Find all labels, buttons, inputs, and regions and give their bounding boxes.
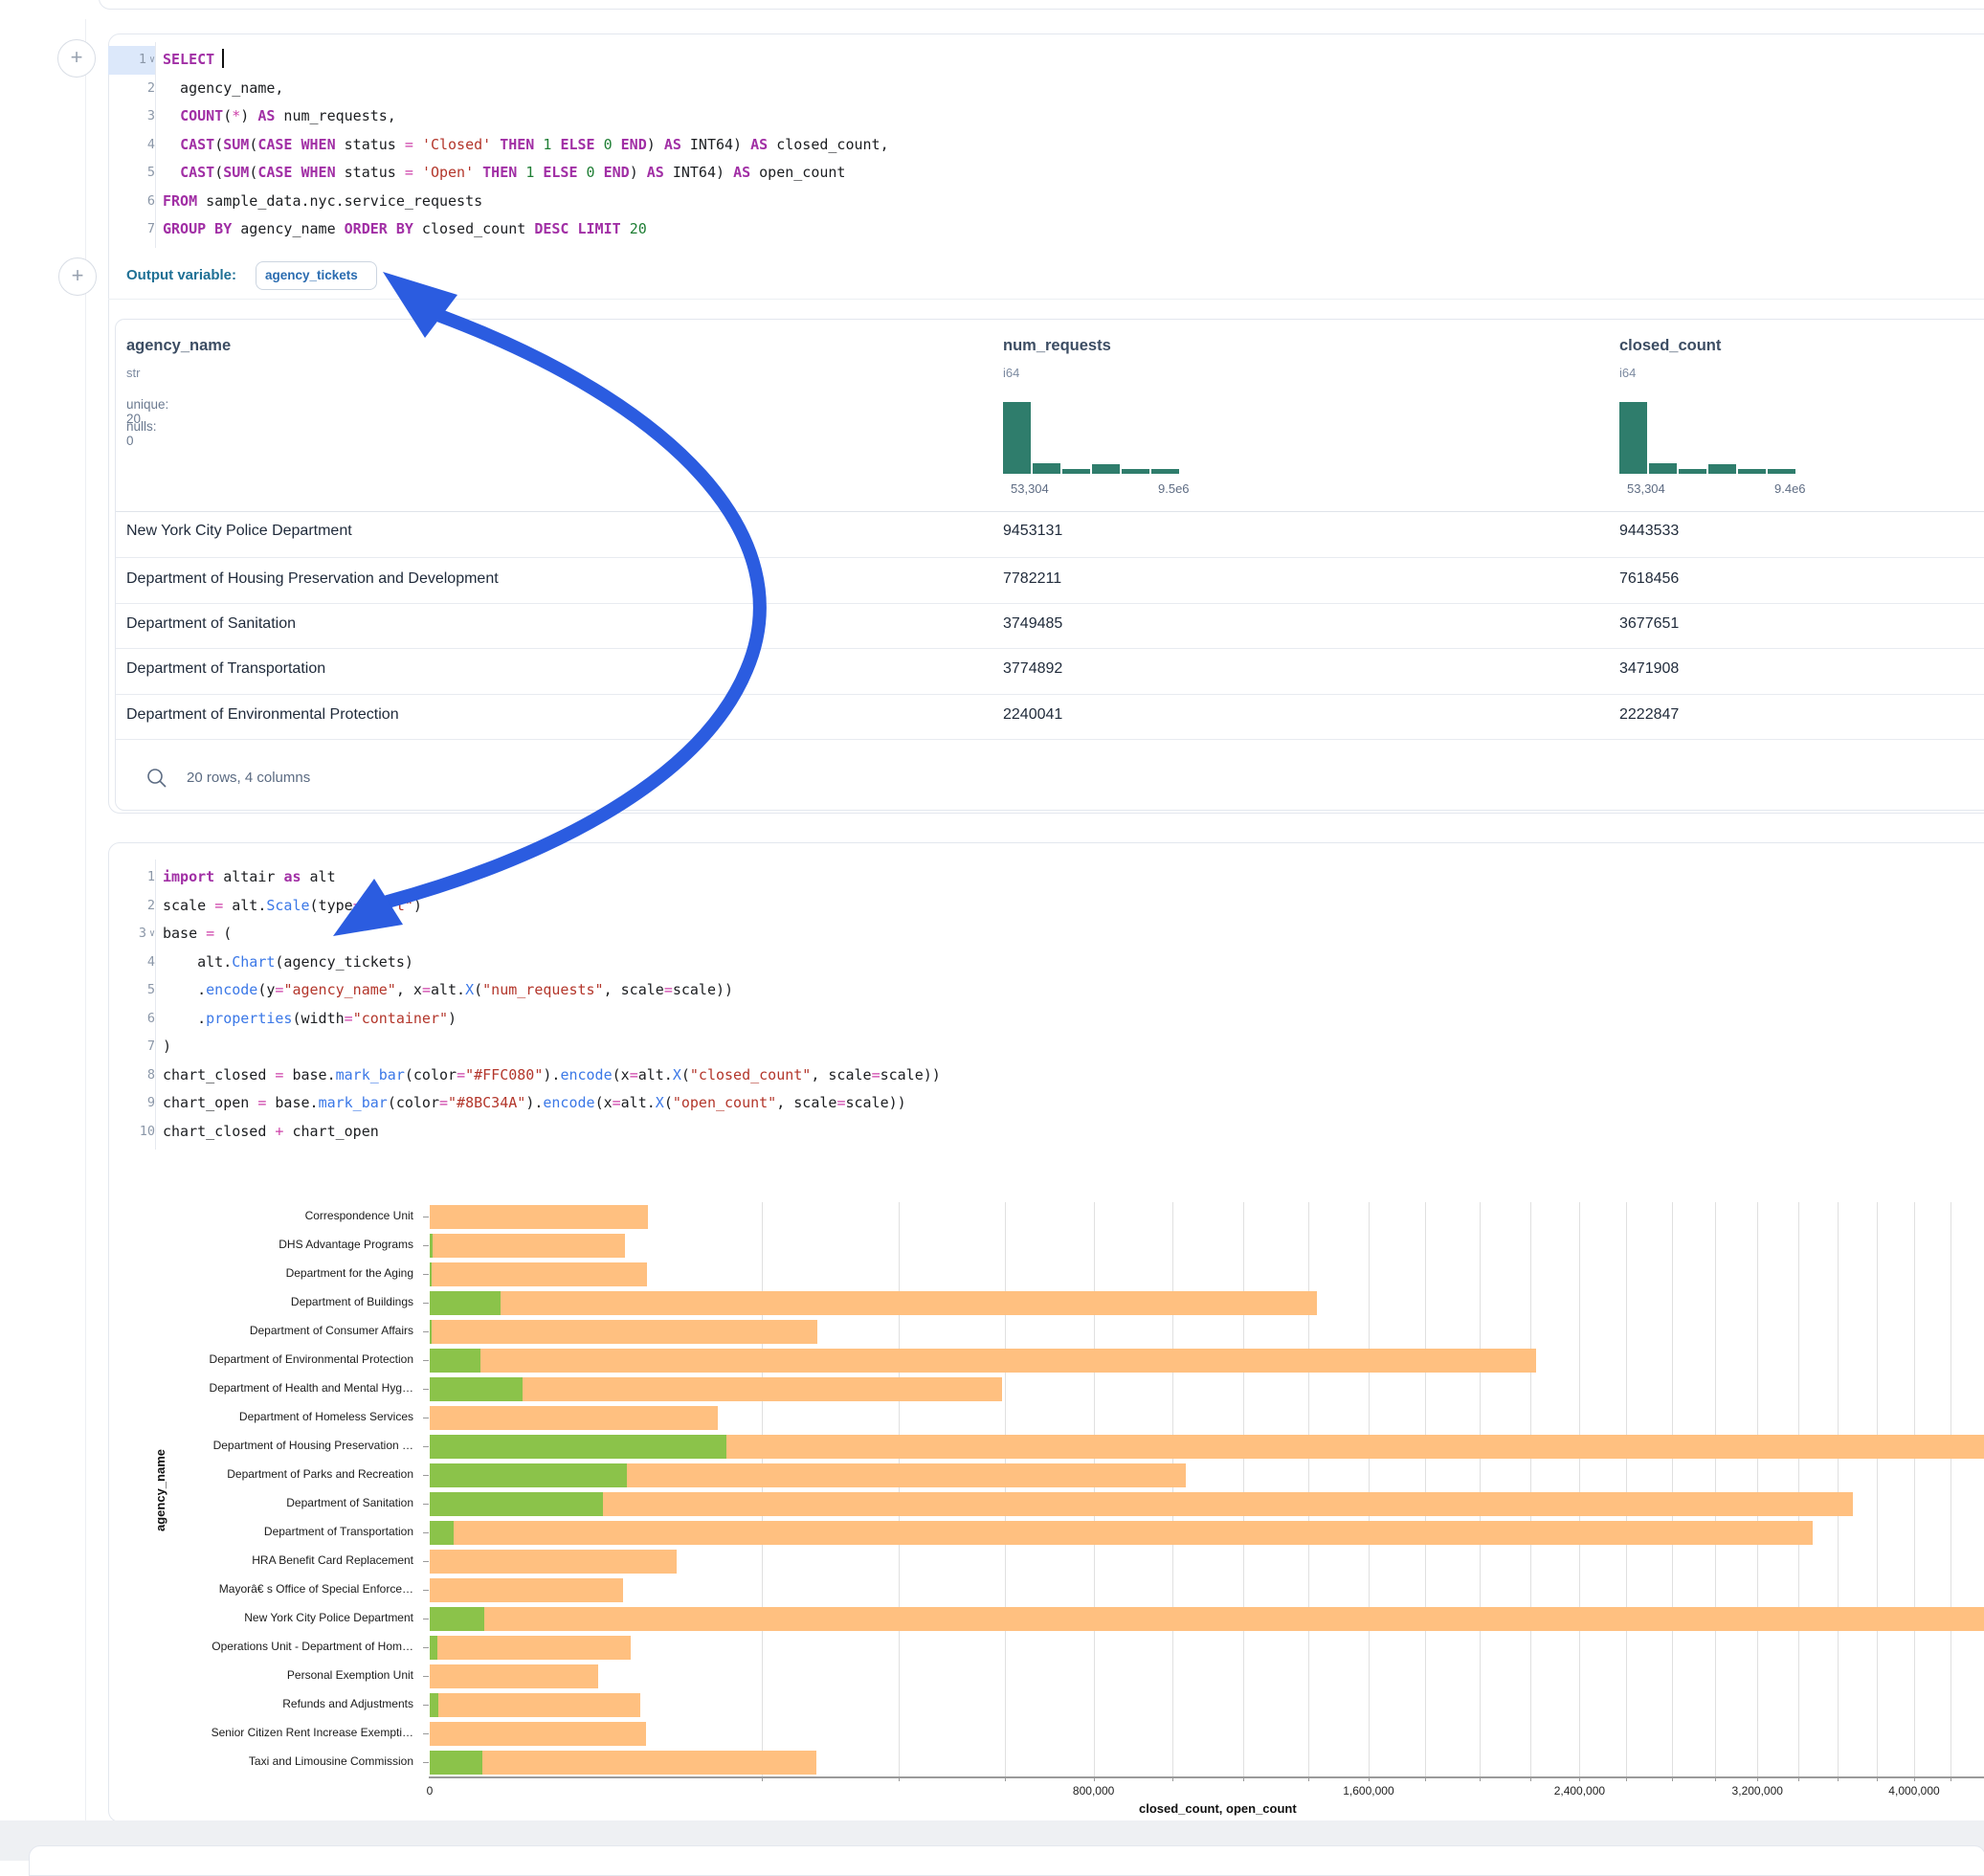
histogram-max-label: 9.5e6 <box>1158 481 1190 496</box>
line-number: 8 <box>108 1061 155 1090</box>
table-cell[interactable]: 3471908 <box>1619 660 1679 678</box>
table-cell[interactable]: 7782211 <box>1003 570 1061 588</box>
code-line[interactable]: agency_name, <box>163 75 283 103</box>
result-table <box>115 319 1984 811</box>
column-header: agency_name <box>126 337 231 355</box>
line-number: 3 <box>108 102 155 131</box>
histogram-min-label: 53,304 <box>1627 481 1665 496</box>
code-line[interactable]: CAST(SUM(CASE WHEN status = 'Open' THEN … <box>163 159 845 188</box>
code-line[interactable]: alt.Chart(agency_tickets) <box>163 949 413 977</box>
table-cell[interactable]: New York City Police Department <box>126 523 352 540</box>
row-divider <box>116 603 1984 604</box>
table-cell[interactable]: 2222847 <box>1619 706 1679 724</box>
output-variable-pill[interactable]: agency_tickets <box>256 261 377 290</box>
code-line[interactable]: chart_closed = base.mark_bar(color="#FFC… <box>163 1061 941 1090</box>
search-icon[interactable] <box>145 767 168 790</box>
table-cell[interactable]: 3677651 <box>1619 615 1679 633</box>
table-cell[interactable]: 2240041 <box>1003 706 1062 724</box>
next-cell-edge <box>29 1845 1984 1876</box>
line-number: 7 <box>108 1033 155 1061</box>
code-line[interactable]: chart_closed + chart_open <box>163 1118 379 1147</box>
column-type: str <box>126 366 140 380</box>
column-histogram-bar <box>1679 469 1706 474</box>
column-histogram-bar <box>1003 402 1031 474</box>
table-cell[interactable]: 7618456 <box>1619 570 1679 588</box>
add-cell-button-middle[interactable]: + <box>58 257 97 296</box>
table-cell[interactable]: 9443533 <box>1619 523 1679 540</box>
table-cell[interactable]: Department of Sanitation <box>126 615 296 633</box>
row-divider <box>116 557 1984 558</box>
column-histogram-bar <box>1708 464 1736 474</box>
table-cell[interactable]: 3774892 <box>1003 660 1062 678</box>
table-cell[interactable]: 3749485 <box>1003 615 1062 633</box>
code-line[interactable]: SELECT <box>163 46 224 75</box>
column-meta: nulls: 0 <box>126 419 157 448</box>
line-number: 4 <box>108 949 155 977</box>
code-line[interactable]: scale = alt.Scale(type="sqrt") <box>163 892 422 921</box>
line-number: 6 <box>108 188 155 216</box>
column-histogram-bar <box>1768 469 1795 474</box>
line-number: 5 <box>108 159 155 188</box>
column-histogram-bar <box>1033 463 1060 474</box>
line-number: 7 <box>108 215 155 244</box>
line-number: 9 <box>108 1089 155 1118</box>
text-cursor <box>222 49 224 68</box>
column-type: i64 <box>1003 366 1019 380</box>
code-line[interactable]: import altair as alt <box>163 863 336 892</box>
table-row-count: 20 rows, 4 columns <box>187 770 310 786</box>
table-cell[interactable]: Department of Transportation <box>126 660 325 678</box>
line-number: 3∨ <box>108 920 155 949</box>
histogram-min-label: 53,304 <box>1011 481 1049 496</box>
line-number: 1 <box>108 863 155 892</box>
table-cell[interactable]: Department of Housing Preservation and D… <box>126 570 499 588</box>
code-line[interactable]: CAST(SUM(CASE WHEN status = 'Closed' THE… <box>163 131 889 160</box>
histogram-max-label: 9.4e6 <box>1774 481 1806 496</box>
gutter-divider <box>155 860 156 1150</box>
line-number: 2 <box>108 892 155 921</box>
code-line[interactable]: base = ( <box>163 920 232 949</box>
line-number: 4 <box>108 131 155 160</box>
code-line[interactable]: COUNT(*) AS num_requests, <box>163 102 396 131</box>
line-number: 2 <box>108 75 155 103</box>
line-number: 10 <box>108 1118 155 1147</box>
column-histogram-bar <box>1062 469 1090 474</box>
add-cell-button-top[interactable]: + <box>57 39 96 78</box>
column-histogram-bar <box>1738 469 1766 474</box>
table-cell[interactable]: Department of Environmental Protection <box>126 706 399 724</box>
output-variable-label: Output variable: <box>126 267 236 283</box>
previous-cell-edge <box>99 0 1984 10</box>
column-histogram-bar <box>1151 469 1179 474</box>
python-editor[interactable]: 1 import altair as alt 2 scale = alt.Scale(… <box>108 863 1984 1150</box>
column-type: i64 <box>1619 366 1636 380</box>
row-divider <box>116 739 1984 740</box>
gutter-divider <box>155 42 156 248</box>
code-line[interactable]: .encode(y="agency_name", x=alt.X("num_re… <box>163 976 733 1005</box>
output-variable-divider <box>108 299 1984 300</box>
code-line[interactable]: GROUP BY agency_name ORDER BY closed_cou… <box>163 215 647 244</box>
sql-editor[interactable]: 1∨ SELECT 2 agency_name, 3 COUNT(*) AS num_… <box>108 46 1984 247</box>
column-histogram-bar <box>1122 469 1149 474</box>
header-divider <box>116 511 1984 512</box>
column-histogram-bar <box>1619 402 1647 474</box>
row-divider <box>116 648 1984 649</box>
column-header: closed_count <box>1619 337 1721 355</box>
line-number: 1∨ <box>108 46 155 75</box>
column-histogram-bar <box>1092 464 1120 474</box>
code-line[interactable]: ) <box>163 1033 171 1061</box>
table-cell[interactable]: 9453131 <box>1003 523 1062 540</box>
code-line[interactable]: .properties(width="container") <box>163 1005 457 1034</box>
code-line[interactable]: chart_open = base.mark_bar(color="#8BC34… <box>163 1089 906 1118</box>
code-line[interactable]: FROM sample_data.nyc.service_requests <box>163 188 482 216</box>
column-header: num_requests <box>1003 337 1111 355</box>
line-number: 5 <box>108 976 155 1005</box>
row-divider <box>116 694 1984 695</box>
line-number: 6 <box>108 1005 155 1034</box>
column-histogram-bar <box>1649 463 1677 474</box>
